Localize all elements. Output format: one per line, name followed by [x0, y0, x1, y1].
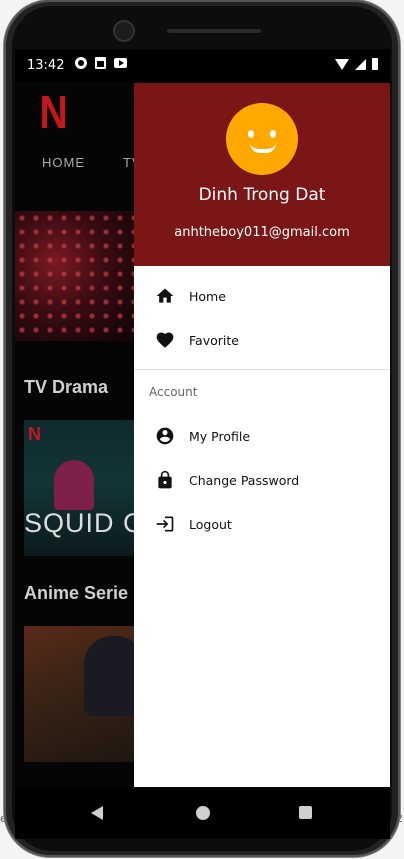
menu-label-my-profile: My Profile: [189, 428, 251, 444]
signal-icon: [355, 58, 366, 70]
tv-drama-card[interactable]: N SQUID G: [24, 420, 150, 556]
menu-item-home[interactable]: Home: [134, 274, 390, 318]
mouth: [250, 143, 276, 153]
account-circle-icon: [155, 426, 175, 446]
earpiece-speaker: [167, 29, 261, 33]
calendar-icon: [95, 57, 106, 69]
card-title: SQUID G: [24, 508, 146, 538]
recents-icon[interactable]: [299, 806, 312, 819]
home-circle-icon[interactable]: [196, 806, 210, 820]
avatar[interactable]: [226, 103, 298, 175]
section-title-tv-drama: TV Drama: [24, 377, 109, 397]
menu-item-favorite[interactable]: Favorite: [134, 318, 390, 362]
menu-label-favorite: Favorite: [189, 332, 239, 348]
screen: 13:42 N HOME TV TV Drama N SQUID G Anime…: [15, 49, 390, 839]
front-camera: [115, 22, 133, 40]
user-email: anhtheboy011@gmail.com: [174, 225, 350, 240]
heart-icon: [155, 330, 175, 350]
drawer-divider: [134, 369, 390, 370]
menu-label-home: Home: [189, 288, 226, 304]
featured-banner[interactable]: [15, 211, 150, 341]
back-icon[interactable]: [91, 806, 103, 820]
user-name: Dinh Trong Dat: [198, 185, 326, 205]
status-time: 13:42: [27, 58, 65, 73]
menu-label-logout: Logout: [189, 516, 232, 532]
gear-icon: [75, 57, 87, 69]
menu-label-change-password: Change Password: [189, 472, 300, 488]
left-eye: [248, 130, 254, 138]
wifi-icon: [335, 58, 349, 70]
logout-icon: [155, 514, 175, 534]
status-bar: 13:42: [15, 49, 390, 83]
drawer-header: Dinh Trong Dat anhtheboy011@gmail.com: [134, 83, 390, 266]
system-nav-bar: [15, 787, 390, 839]
tab-home[interactable]: HOME: [42, 155, 85, 170]
card-badge: N: [28, 424, 41, 444]
menu-item-change-password[interactable]: Change Password: [134, 458, 390, 502]
card-artwork: [54, 460, 94, 510]
lock-icon: [155, 470, 175, 490]
right-eye: [270, 130, 276, 138]
battery-icon: [372, 58, 378, 70]
home-icon: [155, 286, 175, 306]
menu-item-logout[interactable]: Logout: [134, 502, 390, 546]
netflix-logo[interactable]: N: [39, 87, 67, 137]
anime-card[interactable]: [24, 626, 150, 762]
account-section-title: Account: [149, 385, 198, 399]
menu-item-my-profile[interactable]: My Profile: [134, 414, 390, 458]
youtube-icon: [114, 58, 127, 68]
navigation-drawer: Dinh Trong Dat anhtheboy011@gmail.com Ho…: [134, 83, 390, 787]
section-title-anime: Anime Serie: [24, 583, 129, 603]
